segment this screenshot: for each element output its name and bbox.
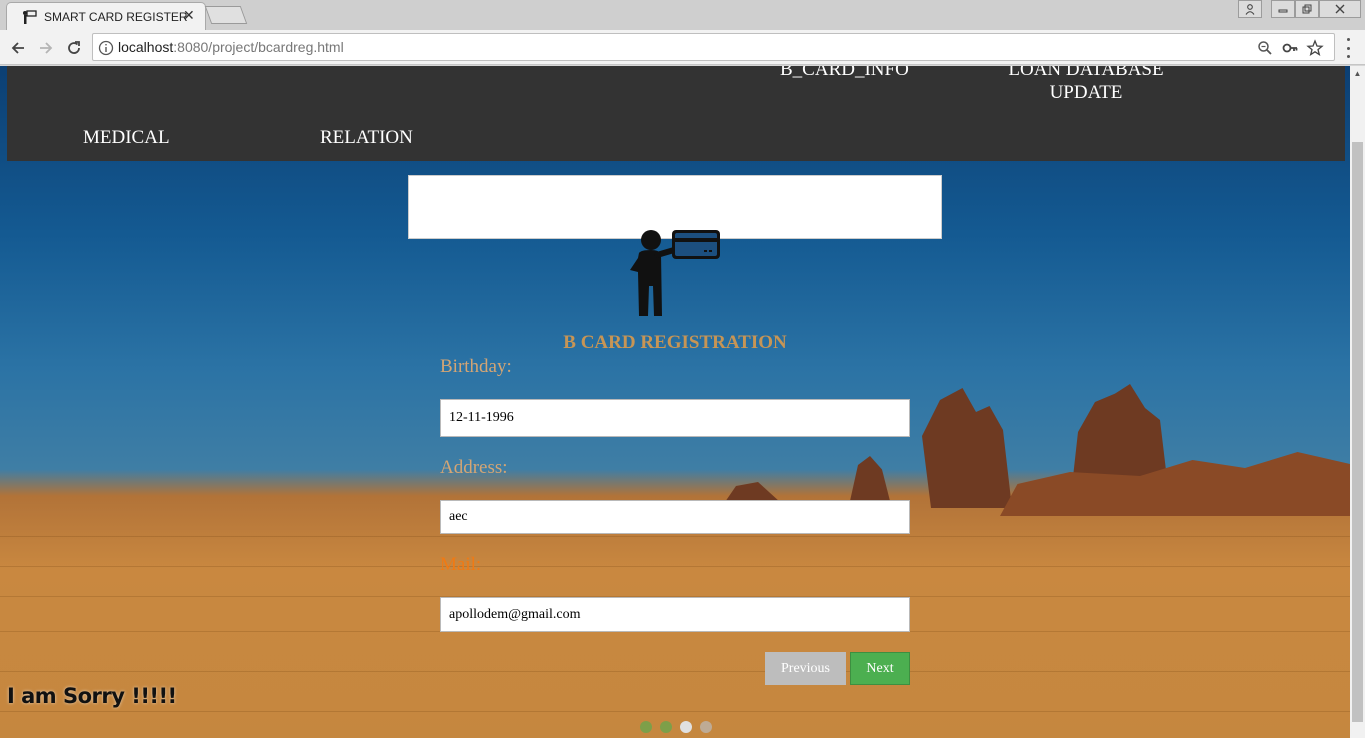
minimize-button[interactable] — [1271, 0, 1295, 18]
back-button[interactable] — [8, 38, 28, 58]
forward-arrow-icon — [40, 42, 53, 54]
step-dot — [700, 721, 712, 733]
profile-button[interactable] — [1238, 0, 1262, 18]
reload-button[interactable] — [64, 38, 84, 58]
nav-loan-line1: LOAN DATABASE — [1008, 66, 1164, 80]
zoom-icon[interactable] — [1256, 39, 1274, 57]
browser-titlebar: SMART CARD REGISTER ✕ — [0, 0, 1365, 30]
close-icon — [1335, 4, 1345, 14]
mail-input[interactable] — [440, 597, 910, 632]
scrollbar-thumb[interactable] — [1352, 142, 1363, 722]
address-input[interactable] — [440, 500, 910, 534]
nav-b-card-info[interactable]: B_CARD_INFO — [780, 66, 909, 81]
url-host: localhost — [118, 39, 174, 55]
browser-menu-icon[interactable] — [1343, 38, 1353, 58]
person-icon — [1245, 3, 1255, 15]
form-title: B CARD REGISTRATION — [563, 332, 787, 353]
nav-loan-database-update[interactable]: LOAN DATABASE UPDATE — [1005, 66, 1167, 104]
new-tab-button[interactable] — [204, 6, 248, 24]
step-dot — [640, 721, 652, 733]
window-close-button[interactable] — [1319, 0, 1361, 18]
nav-loan-line2: UPDATE — [1049, 82, 1123, 103]
scroll-up-arrow-icon[interactable]: ▲ — [1350, 66, 1365, 81]
back-arrow-icon — [11, 42, 24, 54]
restore-icon — [1302, 4, 1312, 14]
browser-tab[interactable]: SMART CARD REGISTER ✕ — [6, 2, 206, 30]
page-viewport: B_CARD_INFO LOAN DATABASE UPDATE MEDICAL… — [0, 66, 1350, 738]
nav-relation[interactable]: RELATION — [320, 126, 413, 149]
step-dot — [660, 721, 672, 733]
info-icon[interactable] — [97, 39, 115, 57]
star-icon[interactable] — [1306, 39, 1324, 57]
restore-button[interactable] — [1295, 0, 1319, 18]
previous-button[interactable]: Previous — [765, 652, 846, 685]
step-indicator — [640, 721, 712, 733]
url-text: localhost:8080/project/bcardreg.html — [118, 39, 344, 55]
person-with-card-icon — [630, 230, 720, 316]
url-path: :8080/project/bcardreg.html — [173, 39, 344, 55]
tab-close-icon[interactable]: ✕ — [183, 7, 195, 24]
birthday-input[interactable] — [440, 399, 910, 437]
forward-button[interactable] — [36, 38, 56, 58]
tab-title: SMART CARD REGISTER — [44, 10, 188, 24]
sorry-message: I am Sorry !!!!! — [7, 684, 177, 708]
top-navbar: B_CARD_INFO LOAN DATABASE UPDATE MEDICAL… — [7, 66, 1345, 161]
browser-toolbar: localhost:8080/project/bcardreg.html — [0, 30, 1365, 65]
reload-icon — [68, 41, 80, 54]
card-person-favicon-icon — [23, 10, 37, 24]
address-bar[interactable]: localhost:8080/project/bcardreg.html — [92, 33, 1335, 61]
mail-label: Mail: — [440, 554, 482, 575]
address-label: Address: — [440, 457, 508, 478]
next-button[interactable]: Next — [850, 652, 910, 685]
nav-medical[interactable]: MEDICAL — [83, 126, 170, 149]
birthday-label: Birthday: — [440, 356, 512, 377]
page-scrollbar[interactable]: ▲ — [1350, 66, 1365, 738]
key-icon[interactable] — [1281, 39, 1299, 57]
minimize-icon — [1278, 9, 1288, 13]
step-dot-current — [680, 721, 692, 733]
